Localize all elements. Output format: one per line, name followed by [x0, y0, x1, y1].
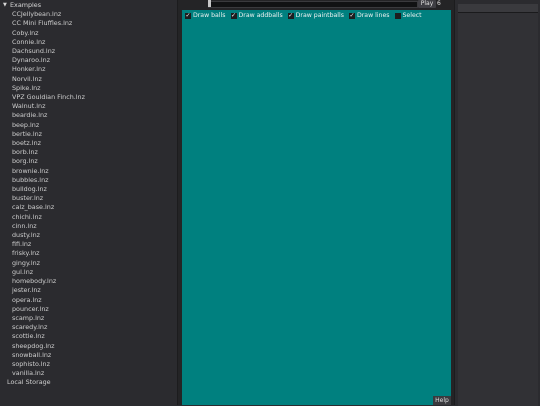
- tree-file-item[interactable]: scamp.lnz: [3, 314, 177, 323]
- draw-lines-checkbox[interactable]: ✓: [348, 12, 355, 19]
- tree-file-item[interactable]: buster.lnz: [3, 194, 177, 203]
- help-button[interactable]: Help: [433, 396, 451, 405]
- tree-file-item[interactable]: VPZ Gouldian Finch.lnz: [3, 93, 177, 102]
- timeline-slider-handle[interactable]: [208, 0, 211, 7]
- tree-folder-local-storage[interactable]: Local Storage: [3, 378, 177, 387]
- draw-addballs-label: Draw addballs: [238, 12, 283, 19]
- tree-file-item[interactable]: beardie.lnz: [3, 111, 177, 120]
- timeline-slider[interactable]: [208, 1, 418, 8]
- tree-file-item[interactable]: Norvil.lnz: [3, 75, 177, 84]
- tree-file-item[interactable]: homebody.lnz: [3, 277, 177, 286]
- tree-file-item[interactable]: bubbles.lnz: [3, 176, 177, 185]
- checkmark-icon: ✓: [349, 12, 355, 19]
- checkmark-icon: ✓: [288, 12, 294, 19]
- tree-file-item[interactable]: Connie.lnz: [3, 38, 177, 47]
- tree-file-item[interactable]: dusty.lnz: [3, 231, 177, 240]
- draw-paintballs-checkbox[interactable]: ✓: [287, 12, 294, 19]
- tree-file-item[interactable]: sheepdog.lnz: [3, 342, 177, 351]
- draw-balls-label: Draw balls: [193, 12, 226, 19]
- tree-file-item[interactable]: gingy.lnz: [3, 259, 177, 268]
- tree-file-item[interactable]: opera.lnz: [3, 296, 177, 305]
- tree-file-item[interactable]: sophisto.lnz: [3, 360, 177, 369]
- draw-balls-option[interactable]: ✓ Draw balls: [185, 12, 226, 20]
- draw-addballs-option[interactable]: ✓ Draw addballs: [230, 12, 283, 20]
- tree-file-item[interactable]: beep.lnz: [3, 121, 177, 130]
- tree-file-item[interactable]: brownie.lnz: [3, 167, 177, 176]
- draw-balls-checkbox[interactable]: ✓: [185, 13, 191, 19]
- tree-file-item[interactable]: borg.lnz: [3, 157, 177, 166]
- draw-paintballs-option[interactable]: ✓ Draw paintballs: [287, 12, 344, 20]
- draw-addballs-checkbox[interactable]: ✓: [230, 12, 237, 19]
- tree-file-item[interactable]: Dachsund.lnz: [3, 47, 177, 56]
- tree-file-item[interactable]: jester.lnz: [3, 286, 177, 295]
- tree-file-item[interactable]: snowball.lnz: [3, 351, 177, 360]
- tree-file-item[interactable]: Honker.lnz: [3, 65, 177, 74]
- right-panel-content: [458, 12, 538, 406]
- triangle-down-icon[interactable]: ▼: [3, 1, 8, 10]
- tree-file-item[interactable]: borb.lnz: [3, 148, 177, 157]
- tree-file-item[interactable]: CCJellybean.lnz: [3, 10, 177, 19]
- tree-file-item[interactable]: cinn.lnz: [3, 222, 177, 231]
- tree-file-item[interactable]: calz_base.lnz: [3, 203, 177, 212]
- draw-options: ✓ Draw balls ✓ Draw addballs ✓ Draw pain…: [185, 12, 427, 20]
- tree-file-item[interactable]: CC Mini Fluffles.lnz: [3, 19, 177, 28]
- tree-items: CCJellybean.lnz CC Mini Fluffles.lnz Coby.…: [3, 10, 177, 378]
- select-label: Select: [402, 12, 422, 19]
- tree-file-item[interactable]: bertie.lnz: [3, 130, 177, 139]
- select-checkbox[interactable]: [394, 13, 401, 19]
- tree-file-item[interactable]: frisky.lnz: [3, 249, 177, 258]
- file-tree: ▼ Examples CCJellybean.lnz CC Mini Fluffl…: [3, 1, 177, 388]
- select-option[interactable]: Select: [394, 12, 422, 20]
- checkmark-icon: ✓: [231, 12, 237, 19]
- tree-file-item[interactable]: gul.lnz: [3, 268, 177, 277]
- frame-count: 6: [437, 0, 441, 7]
- tree-file-item[interactable]: Dynaroo.lnz: [3, 56, 177, 65]
- tree-folder-examples[interactable]: ▼ Examples: [3, 1, 177, 10]
- checkmark-icon: ✓: [185, 12, 191, 19]
- file-browser-panel: ▼ Examples CCJellybean.lnz CC Mini Fluffl…: [0, 0, 178, 405]
- tree-file-item[interactable]: vanilla.lnz: [3, 369, 177, 378]
- tree-file-item[interactable]: Coby.lnz: [3, 29, 177, 38]
- tree-file-item[interactable]: chichi.lnz: [3, 213, 177, 222]
- draw-lines-option[interactable]: ✓ Draw lines: [348, 12, 390, 20]
- play-button[interactable]: Play: [418, 0, 436, 8]
- tree-file-item[interactable]: bulldog.lnz: [3, 185, 177, 194]
- render-canvas[interactable]: [182, 10, 451, 405]
- tree-folder-label: Examples: [10, 1, 42, 9]
- right-panel-header: [458, 4, 538, 12]
- draw-paintballs-label: Draw paintballs: [295, 12, 344, 19]
- tree-file-item[interactable]: fifi.lnz: [3, 240, 177, 249]
- tree-file-item[interactable]: pouncer.lnz: [3, 305, 177, 314]
- tree-file-item[interactable]: Walnut.lnz: [3, 102, 177, 111]
- tree-file-item[interactable]: boetz.lnz: [3, 139, 177, 148]
- tree-file-item[interactable]: Spike.lnz: [3, 84, 177, 93]
- tree-file-item[interactable]: scaredy.lnz: [3, 323, 177, 332]
- draw-lines-label: Draw lines: [356, 12, 390, 19]
- tree-file-item[interactable]: scottie.lnz: [3, 332, 177, 341]
